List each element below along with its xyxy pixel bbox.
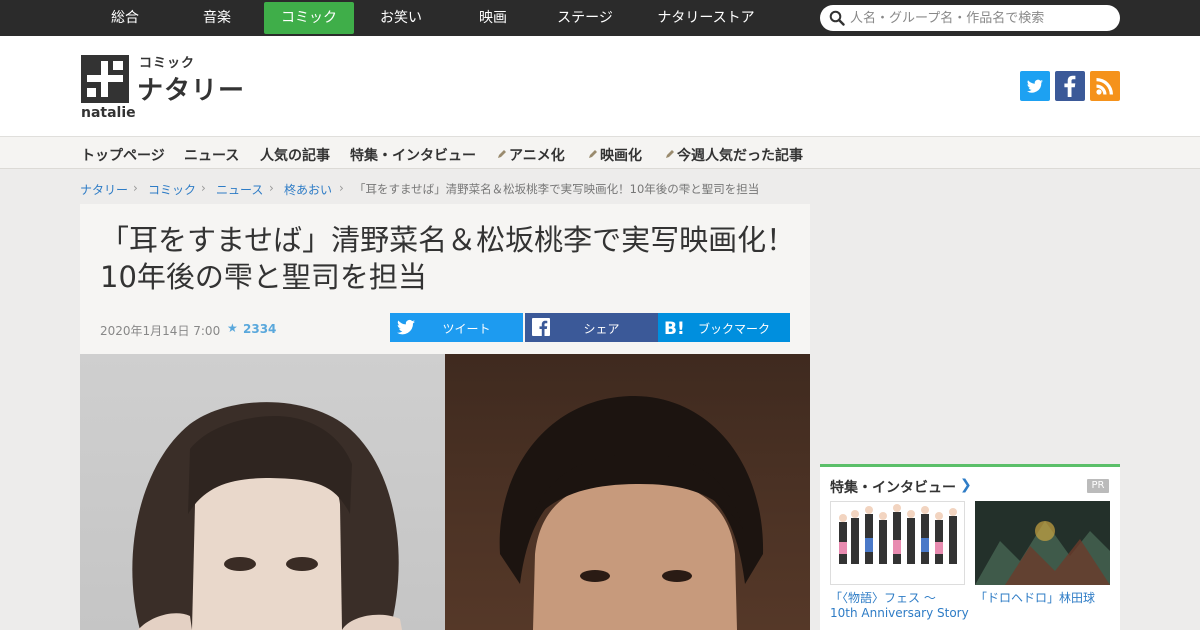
breadcrumb-news[interactable]: ニュース — [216, 181, 263, 198]
genre-tab-music[interactable]: 音楽 — [172, 2, 262, 34]
star-icon: ★ — [227, 321, 238, 335]
subnav-top[interactable]: トップページ — [81, 145, 165, 165]
chevron-right-icon: › — [133, 181, 138, 195]
feature-caption-1-line2: 10th Anniversary Story — [830, 606, 969, 620]
chevron-right-icon: › — [201, 181, 206, 195]
subnav-movie-label: 映画化 — [600, 148, 642, 164]
article-date: 2020年1月14日 7:00 — [100, 324, 221, 338]
feature-thumbnail[interactable] — [830, 501, 965, 585]
photo-actress — [80, 354, 445, 630]
share-label: シェア — [583, 322, 620, 336]
article-title: 「耳をすませば」清野菜名＆松坂桃李で実写映画化！10年後の雫と聖司を担当 — [100, 223, 796, 294]
facebook-icon[interactable] — [1055, 71, 1085, 101]
site-header: コミック ナタリー natalie — [0, 36, 1200, 136]
hatena-bookmark-button[interactable]: B! ブックマーク — [658, 313, 790, 342]
genre-tab-owarai[interactable]: お笑い — [356, 2, 446, 34]
tweet-label: ツイート — [442, 322, 491, 336]
subnav-news[interactable]: ニュース — [184, 145, 239, 165]
rss-icon[interactable] — [1090, 71, 1120, 101]
twitter-icon[interactable] — [1020, 71, 1050, 101]
breadcrumb-author[interactable]: 柊あおい — [284, 181, 332, 198]
search-input[interactable] — [850, 8, 1110, 28]
subnav-weekly-label: 今週人気だった記事 — [677, 148, 803, 164]
bookmark-count[interactable]: 2334 — [243, 322, 276, 336]
subnav-anime[interactable]: アニメ化 — [497, 145, 565, 165]
feature-thumbnail[interactable] — [975, 501, 1110, 585]
logo-title[interactable]: ナタリー — [137, 70, 245, 107]
tag-icon — [589, 150, 597, 158]
genre-tab-general[interactable]: 総合 — [80, 2, 170, 34]
subnav-features[interactable]: 特集・インタビュー — [350, 145, 476, 165]
feature-caption-2[interactable]: 「ドロヘドロ」林田球 — [975, 591, 1095, 606]
breadcrumb-natalie[interactable]: ナタリー — [80, 181, 128, 198]
genre-tab-eiga[interactable]: 映画 — [448, 2, 538, 34]
breadcrumb-comic[interactable]: コミック — [148, 181, 196, 198]
search-box — [820, 5, 1120, 31]
search-icon[interactable] — [829, 10, 845, 26]
natalie-logo-mark[interactable] — [81, 55, 129, 103]
photo-actor — [445, 354, 810, 630]
subnav-anime-label: アニメ化 — [509, 148, 565, 164]
chevron-right-icon[interactable]: ❯ — [960, 477, 972, 493]
genre-nav-bar: 総合 音楽 コミック お笑い 映画 ステージ ナタリーストア — [0, 0, 1200, 36]
genre-tab-stage[interactable]: ステージ — [540, 2, 630, 34]
facebook-share-button[interactable]: シェア — [525, 313, 658, 342]
genre-tab-store[interactable]: ナタリーストア — [640, 2, 772, 34]
breadcrumb-current: 「耳をすませば」清野菜名＆松坂桃李で実写映画化！10年後の雫と聖司を担当 — [354, 182, 760, 196]
subnav-weekly[interactable]: 今週人気だった記事 — [665, 145, 803, 165]
chevron-right-icon: › — [339, 181, 344, 195]
pr-badge: PR — [1087, 479, 1109, 493]
tag-icon — [666, 150, 674, 158]
sidebar-features: 特集・インタビュー ❯ PR 「〈物語〉フェス ～ 10th Anniversa… — [820, 464, 1120, 630]
subnav-popular[interactable]: 人気の記事 — [260, 145, 330, 165]
genre-tab-comic[interactable]: コミック — [264, 2, 354, 34]
tag-icon — [498, 150, 506, 158]
sidebar-title[interactable]: 特集・インタビュー — [830, 477, 956, 497]
bookmark-label: ブックマーク — [697, 322, 770, 336]
feature-caption-1-line1: 「〈物語〉フェス ～ — [830, 591, 936, 605]
feature-caption-1[interactable]: 「〈物語〉フェス ～ 10th Anniversary Story — [830, 591, 969, 621]
article-main-photo[interactable] — [80, 354, 810, 630]
logo-wordmark: natalie — [81, 105, 136, 121]
logo-subtitle: コミック — [139, 56, 196, 71]
subnav-movie[interactable]: 映画化 — [588, 145, 642, 165]
tweet-button[interactable]: ツイート — [390, 313, 523, 342]
sub-nav: トップページ ニュース 人気の記事 特集・インタビュー アニメ化 映画化 今週人… — [0, 136, 1200, 169]
article-header: 「耳をすませば」清野菜名＆松坂桃李で実写映画化！10年後の雫と聖司を担当 202… — [80, 204, 810, 354]
chevron-right-icon: › — [269, 181, 274, 195]
